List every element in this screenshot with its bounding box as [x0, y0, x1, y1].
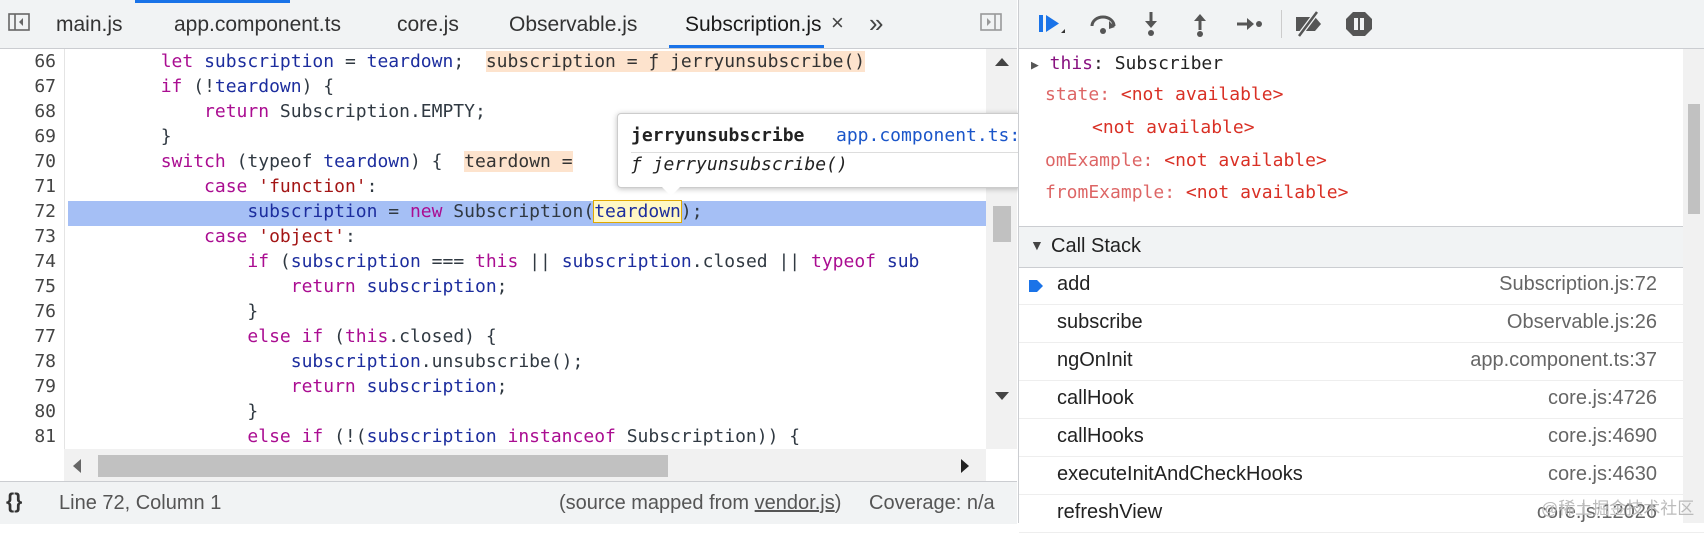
popover-arrow: [660, 185, 682, 196]
code-editor[interactable]: 66 67 68 69 70 71 72 73 74 75 76 77 78 7…: [0, 49, 1017, 449]
status-bar: {} Line 72, Column 1 (source mapped from…: [0, 481, 1017, 524]
code-line-75[interactable]: return subscription;: [74, 274, 508, 299]
call-frame[interactable]: callHooks core.js:4690: [1019, 419, 1704, 457]
line-number[interactable]: 66: [0, 51, 56, 72]
line-number[interactable]: 67: [0, 76, 56, 97]
code-line-69[interactable]: }: [74, 124, 172, 149]
popover-source-link[interactable]: app.component.ts:31: [836, 125, 1042, 146]
popover-signature: ƒ jerryunsubscribe(): [631, 154, 848, 175]
line-number[interactable]: 70: [0, 151, 56, 172]
scroll-left-icon[interactable]: [70, 458, 82, 474]
code-line-71[interactable]: case 'function':: [74, 174, 377, 199]
call-frame[interactable]: add Subscription.js:72: [1019, 267, 1704, 305]
scroll-right-icon[interactable]: [960, 458, 972, 474]
code-line-79[interactable]: return subscription;: [74, 374, 508, 399]
hovered-token[interactable]: teardown: [593, 200, 682, 223]
debugger-sidebar: ▶ this: Subscriber state: <not available…: [1018, 0, 1704, 533]
current-frame-arrow-icon: [1029, 280, 1043, 292]
cursor-position: Line 72, Column 1: [59, 492, 222, 514]
pretty-print-button[interactable]: {}: [6, 490, 22, 514]
code-line-72[interactable]: subscription = new Subscription(teardown…: [74, 199, 703, 224]
step-out-icon[interactable]: [1184, 9, 1216, 39]
call-frame[interactable]: subscribe Observable.js:26: [1019, 305, 1704, 343]
line-number[interactable]: 77: [0, 326, 56, 347]
hover-popover: jerryunsubscribe app.component.ts:31 ƒ j…: [617, 113, 1063, 188]
popover-divider: [631, 152, 1049, 153]
scrollbar-thumb[interactable]: [98, 455, 668, 477]
debugger-toolbar: [1019, 0, 1704, 49]
line-number[interactable]: 71: [0, 176, 56, 197]
line-number[interactable]: 73: [0, 226, 56, 247]
code-line-77[interactable]: else if (this.closed) {: [74, 324, 496, 349]
call-stack-title: Call Stack: [1051, 235, 1142, 257]
scrollbar-thumb[interactable]: [1688, 104, 1700, 214]
source-map-info: (source mapped from vendor.js): [559, 492, 842, 514]
sidebar-scrollbar[interactable]: [1683, 49, 1704, 523]
call-frame[interactable]: executeInitAndCheckHooks core.js:4630: [1019, 457, 1704, 495]
line-number[interactable]: 72: [0, 201, 56, 222]
code-line-68[interactable]: return Subscription.EMPTY;: [74, 99, 486, 124]
source-map-link[interactable]: vendor.js: [755, 492, 835, 514]
pause-on-exceptions-icon[interactable]: [1343, 9, 1375, 39]
tab-app-component-ts[interactable]: app.component.ts: [174, 0, 341, 48]
scroll-down-icon[interactable]: [994, 391, 1010, 403]
scope-this-row[interactable]: ▶ this: Subscriber: [1031, 53, 1223, 74]
inline-value: subscription = ƒ jerryunsubscribe(): [485, 51, 866, 72]
line-number[interactable]: 79: [0, 376, 56, 397]
code-line-76[interactable]: }: [74, 299, 258, 324]
code-line-66[interactable]: let subscription = teardown; subscriptio…: [74, 49, 866, 74]
code-line-78[interactable]: subscription.unsubscribe();: [74, 349, 584, 374]
line-number[interactable]: 81: [0, 426, 56, 447]
tab-subscription-js[interactable]: Subscription.js: [669, 0, 824, 48]
line-number[interactable]: 68: [0, 101, 56, 122]
step-into-icon[interactable]: [1135, 9, 1167, 39]
step-over-icon[interactable]: [1087, 9, 1119, 39]
tab-observable-js[interactable]: Observable.js: [509, 0, 637, 48]
line-number[interactable]: 78: [0, 351, 56, 372]
coverage-status: Coverage: n/a: [869, 492, 995, 514]
scope-variable[interactable]: <not available>: [1092, 117, 1255, 138]
step-icon[interactable]: [1233, 9, 1265, 39]
line-number[interactable]: 74: [0, 251, 56, 272]
editor-horizontal-scrollbar[interactable]: [64, 449, 986, 481]
line-gutter[interactable]: 66 67 68 69 70 71 72 73 74 75 76 77 78 7…: [0, 49, 65, 449]
code-line-73[interactable]: case 'object':: [74, 224, 356, 249]
scope-variable[interactable]: omExample: <not available>: [1045, 150, 1327, 171]
tab-core-js[interactable]: core.js: [397, 0, 459, 48]
editor-tab-bar: main.js app.component.ts core.js Observa…: [0, 0, 1017, 49]
code-line-80[interactable]: }: [74, 399, 258, 424]
scroll-up-icon[interactable]: [994, 55, 1010, 67]
scope-panel: ▶ this: Subscriber state: <not available…: [1019, 49, 1704, 224]
toggle-navigator-icon[interactable]: [8, 13, 30, 31]
sources-pane: main.js app.component.ts core.js Observa…: [0, 0, 1017, 524]
scrollbar-thumb[interactable]: [993, 206, 1011, 242]
toolbar-divider: [1281, 10, 1282, 38]
line-number[interactable]: 76: [0, 301, 56, 322]
code-line-81[interactable]: else if (!(subscription instanceof Subsc…: [74, 424, 800, 449]
call-frame[interactable]: ngOnInit app.component.ts:37: [1019, 343, 1704, 381]
call-frame[interactable]: callHook core.js:4726: [1019, 381, 1704, 419]
resume-icon[interactable]: [1037, 9, 1069, 39]
tab-main-js[interactable]: main.js: [56, 0, 123, 48]
collapse-triangle-icon[interactable]: ▼: [1030, 237, 1044, 253]
line-number[interactable]: 69: [0, 126, 56, 147]
popover-function-name: jerryunsubscribe: [631, 125, 805, 146]
code-line-70[interactable]: switch (typeof teardown) { teardown =: [74, 149, 573, 174]
editor-vertical-scrollbar[interactable]: [986, 49, 1017, 449]
call-stack-header[interactable]: ▼ Call Stack: [1019, 226, 1704, 268]
watermark: @稀土掘金技术社区: [1541, 499, 1695, 518]
inline-value: teardown =: [464, 151, 573, 172]
scope-variable[interactable]: fromExample: <not available>: [1045, 182, 1348, 203]
close-tab-icon[interactable]: ×: [831, 0, 844, 48]
deactivate-breakpoints-icon[interactable]: [1293, 9, 1325, 39]
code-line-74[interactable]: if (subscription === this || subscriptio…: [74, 249, 919, 274]
toggle-debugger-icon[interactable]: [980, 13, 1002, 31]
scope-variable[interactable]: state: <not available>: [1045, 84, 1283, 105]
expand-triangle-icon[interactable]: ▶: [1031, 58, 1039, 73]
more-tabs-icon[interactable]: »: [869, 0, 883, 48]
code-line-67[interactable]: if (!teardown) {: [74, 74, 334, 99]
line-number[interactable]: 75: [0, 276, 56, 297]
line-number[interactable]: 80: [0, 401, 56, 422]
